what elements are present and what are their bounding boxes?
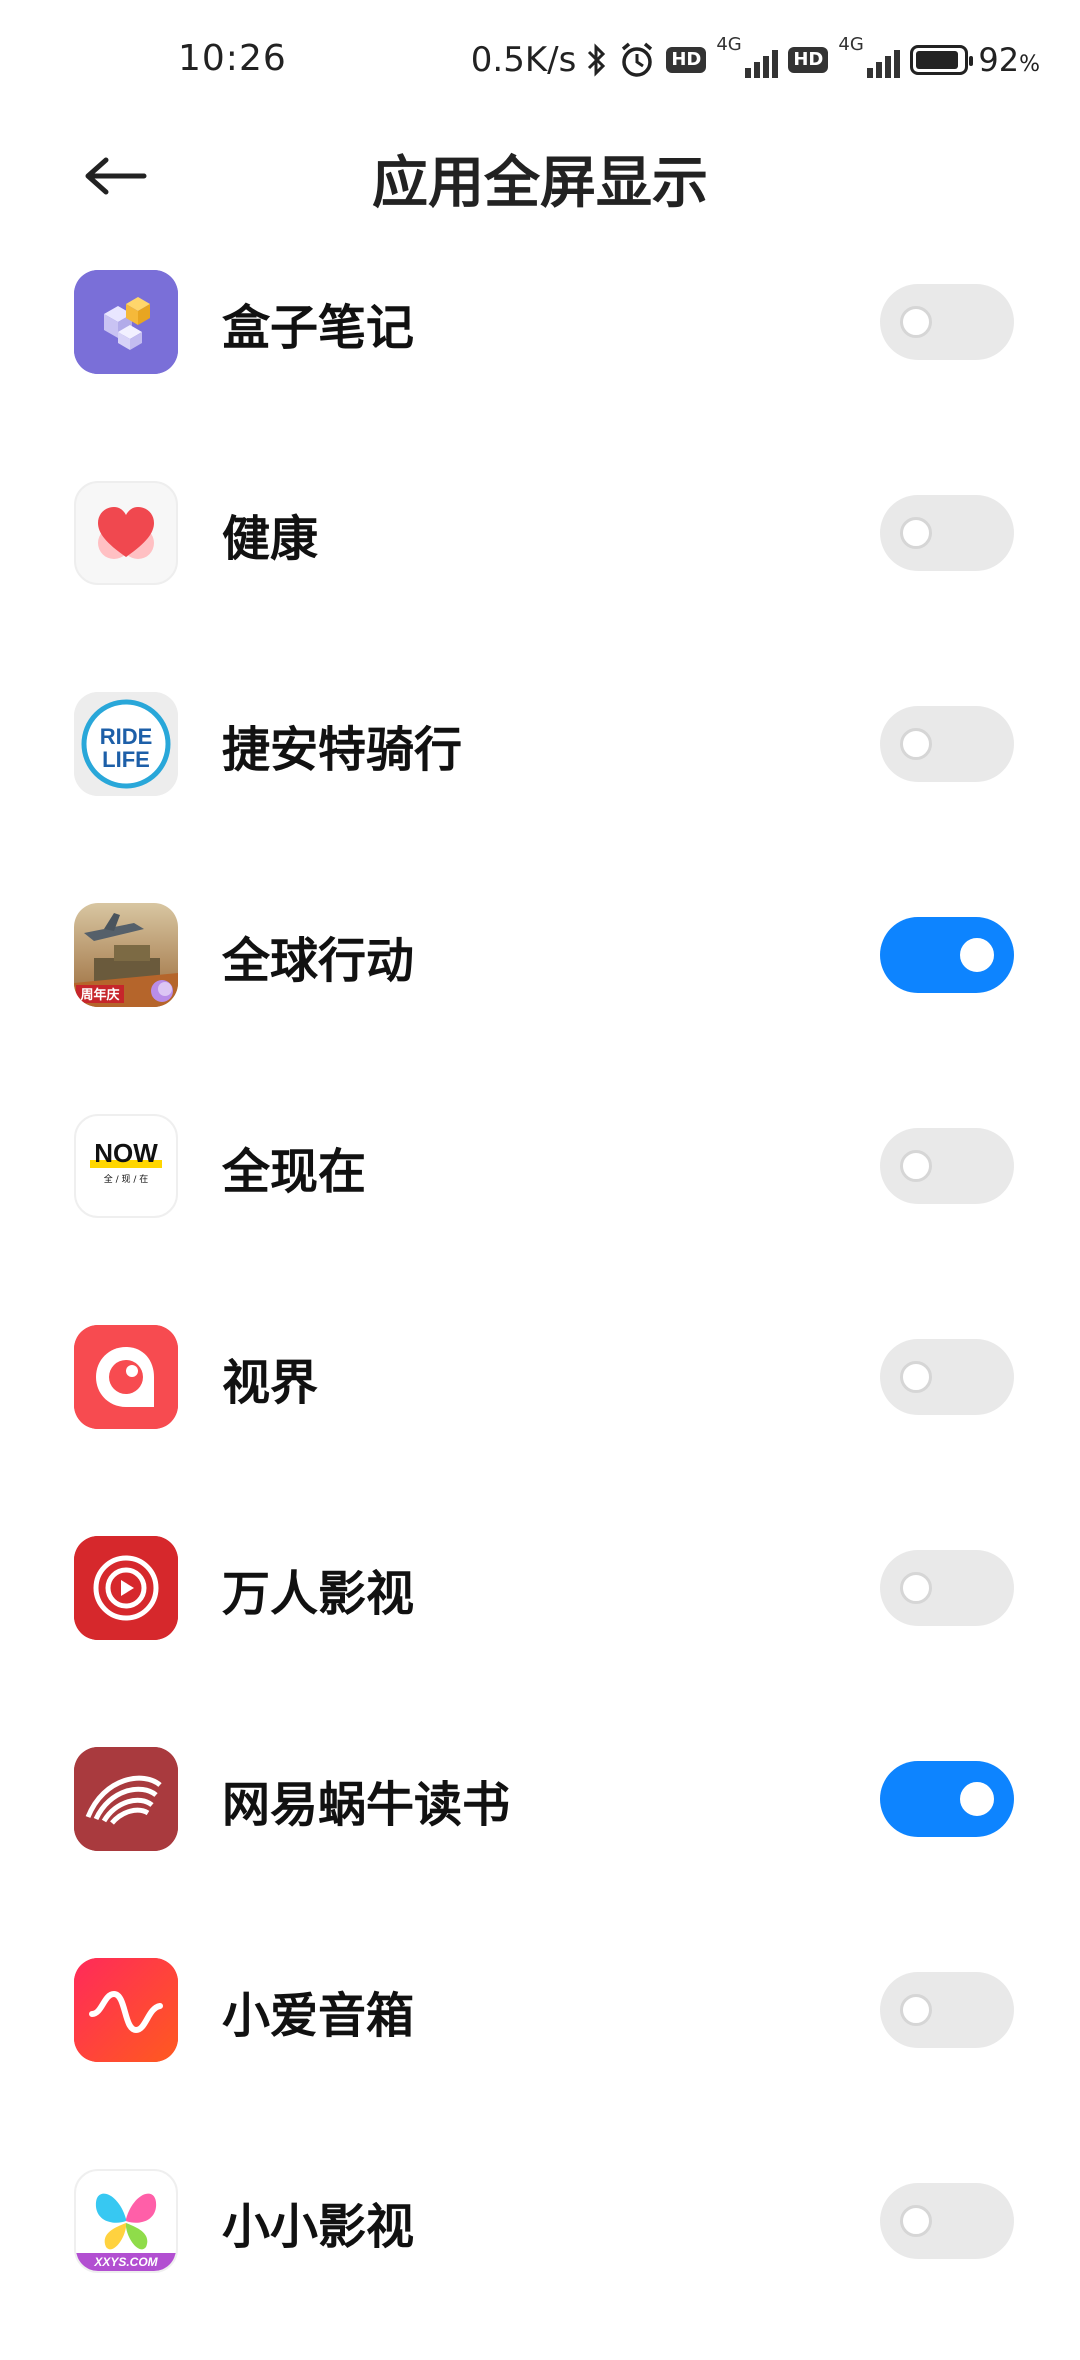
ride-life-icon: RIDE LIFE: [74, 692, 178, 796]
fullscreen-toggle[interactable]: [880, 917, 1014, 993]
toggle-knob: [900, 1150, 932, 1182]
toggle-knob: [900, 1994, 932, 2026]
alarm-icon: [618, 41, 656, 79]
toggle-knob: [900, 1572, 932, 1604]
butterfly-icon: XXYS.COM: [74, 2169, 178, 2273]
list-item: XXYS.COM 小小影视: [0, 2149, 1080, 2360]
fullscreen-toggle[interactable]: [880, 284, 1014, 360]
signal-sim1-icon: 4G: [716, 34, 779, 80]
vision-eye-icon: [74, 1325, 178, 1429]
app-name: 盒子笔记: [222, 300, 415, 356]
health-heart-icon: [74, 481, 178, 585]
list-item: 健康: [0, 461, 1080, 672]
play-circle-icon: [74, 1536, 178, 1640]
fullscreen-toggle[interactable]: [880, 495, 1014, 571]
svg-text:NOW: NOW: [94, 1138, 158, 1168]
toggle-knob: [960, 938, 994, 972]
fullscreen-toggle[interactable]: [880, 1128, 1014, 1204]
list-item: 小爱音箱: [0, 1938, 1080, 2149]
app-list: 盒子笔记 健康 RIDE LIFE 捷安特骑行 周年庆 全球行动 NOW 全 /…: [0, 250, 1080, 2360]
toggle-knob: [900, 2205, 932, 2237]
app-name: 健康: [222, 511, 319, 567]
battery-icon: [910, 45, 974, 75]
toggle-knob: [900, 306, 932, 338]
app-name: 视界: [222, 1355, 319, 1411]
fullscreen-toggle[interactable]: [880, 2183, 1014, 2259]
app-name: 全现在: [222, 1144, 367, 1200]
svg-text:全 / 现 / 在: 全 / 现 / 在: [104, 1173, 149, 1185]
toggle-knob: [900, 1361, 932, 1393]
battery-fill: [916, 51, 959, 69]
app-name: 捷安特骑行: [222, 722, 463, 778]
hd-badge-sim1: HD: [666, 47, 707, 73]
net-speed: 0.5K/s: [470, 40, 577, 80]
svg-text:LIFE: LIFE: [102, 747, 150, 772]
signal-sim2-icon: 4G: [838, 34, 901, 80]
box-notes-icon: [74, 270, 178, 374]
fullscreen-toggle[interactable]: [880, 1550, 1014, 1626]
app-name: 小爱音箱: [222, 1988, 415, 2044]
battery-percent: 92%: [978, 41, 1040, 79]
toggle-knob: [900, 517, 932, 549]
sim2-network-type: 4G: [838, 34, 864, 55]
snail-read-icon: [74, 1747, 178, 1851]
status-time: 10:26: [178, 38, 287, 79]
header: 应用全屏显示: [0, 120, 1080, 220]
list-item: NOW 全 / 现 / 在 全现在: [0, 1094, 1080, 1305]
toggle-knob: [960, 1782, 994, 1816]
app-name: 小小影视: [222, 2199, 415, 2255]
wave-icon: [74, 1958, 178, 2062]
list-item: RIDE LIFE 捷安特骑行: [0, 672, 1080, 883]
list-item: 周年庆 全球行动: [0, 883, 1080, 1094]
global-action-icon: 周年庆: [74, 903, 178, 1007]
list-item: 网易蜗牛读书: [0, 1727, 1080, 1938]
page-title: 应用全屏显示: [372, 151, 708, 216]
app-name: 网易蜗牛读书: [222, 1777, 511, 1833]
status-bar: 10:26 0.5K/s HD 4G HD 4G 92%: [0, 0, 1080, 120]
toggle-knob: [900, 728, 932, 760]
hd-badge-sim2: HD: [788, 47, 829, 73]
now-icon: NOW 全 / 现 / 在: [74, 1114, 178, 1218]
svg-text:XXYS.COM: XXYS.COM: [93, 2255, 158, 2269]
fullscreen-toggle[interactable]: [880, 1761, 1014, 1837]
svg-text:RIDE: RIDE: [100, 724, 153, 749]
fullscreen-toggle[interactable]: [880, 1972, 1014, 2048]
list-item: 视界: [0, 1305, 1080, 1516]
bluetooth-icon: [586, 42, 608, 78]
list-item: 盒子笔记: [0, 250, 1080, 461]
app-name: 万人影视: [222, 1566, 415, 1622]
list-item: 万人影视: [0, 1516, 1080, 1727]
svg-text:周年庆: 周年庆: [80, 987, 119, 1003]
fullscreen-toggle[interactable]: [880, 706, 1014, 782]
fullscreen-toggle[interactable]: [880, 1339, 1014, 1415]
status-icons: 0.5K/s HD 4G HD 4G 92%: [470, 34, 1040, 84]
sim1-network-type: 4G: [716, 34, 742, 55]
app-name: 全球行动: [222, 933, 415, 989]
